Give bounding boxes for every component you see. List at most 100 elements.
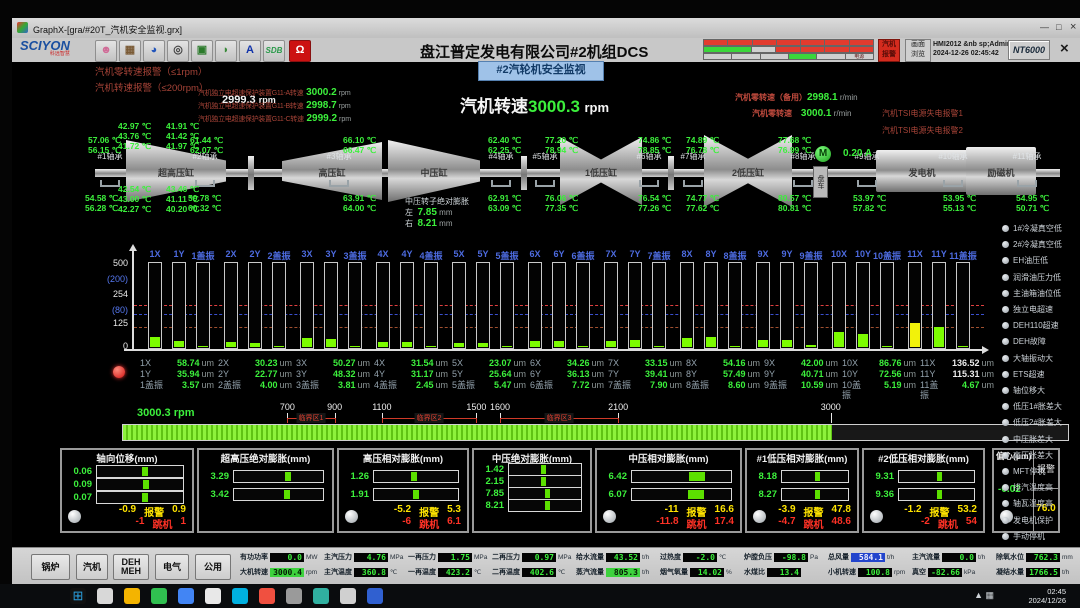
bottom-bar-bg: 锅炉汽机DEHMEH电气公用有功功率0.0MW大机转速3000.4rpm主汽压力… xyxy=(12,547,1080,585)
gauge-icon[interactable]: ◎ xyxy=(167,40,189,62)
start-icon[interactable]: ⊞ xyxy=(70,588,86,604)
condition-lamp xyxy=(1002,306,1009,313)
uhp-shell-temp: 43.00 ℃ xyxy=(118,194,151,204)
measurement-value: 14.02 xyxy=(690,568,724,577)
vibration-value-cell: 9X42.00um xyxy=(764,358,838,368)
gauge-bar xyxy=(233,470,324,483)
measurement-value: 805.3 xyxy=(606,568,640,577)
bearing-mount xyxy=(491,180,511,187)
status-lamp xyxy=(870,510,883,523)
bar-fill xyxy=(706,337,716,347)
alarm-matrix-cell[interactable] xyxy=(775,46,800,53)
app-icon-1[interactable] xyxy=(151,588,167,604)
panel-title: #1低压相对膨胀(mm) xyxy=(747,451,857,465)
nav-button-3[interactable]: DEHMEH xyxy=(113,554,149,580)
database-icon[interactable]: ◕ xyxy=(143,40,165,62)
alarm-matrix-cell[interactable] xyxy=(703,46,752,53)
monitor-icon[interactable]: ▣ xyxy=(191,40,213,62)
critical-zone-end xyxy=(287,418,288,423)
app-icon-2[interactable] xyxy=(178,588,194,604)
nav-button-5[interactable]: 公用 xyxy=(195,554,231,580)
search-icon[interactable] xyxy=(97,588,113,604)
close-hmi-button[interactable]: × xyxy=(1060,40,1069,57)
condition-label: 排汽温度高 xyxy=(1013,482,1053,493)
minimize-button[interactable]: — xyxy=(1040,22,1049,32)
condition-lamp xyxy=(1002,533,1009,540)
measurement-cell: 真空-82.66kPa xyxy=(912,567,975,577)
sdb-icon[interactable]: SDB xyxy=(263,40,285,62)
scale-tick-label: 1600 xyxy=(490,402,510,412)
taskbar-clock[interactable]: 02:452024/12/26 xyxy=(1028,587,1066,605)
condition-lamp xyxy=(1002,452,1009,459)
nav-button-1[interactable]: 锅炉 xyxy=(31,554,70,580)
vibration-bar xyxy=(476,262,490,349)
scale-tick-label: 1100 xyxy=(372,402,391,412)
app-icon-8[interactable] xyxy=(340,588,356,604)
alarm-matrix-cell[interactable] xyxy=(751,46,776,53)
turbine-alarm-button[interactable]: 汽机报警 xyxy=(878,39,900,62)
alarm-matrix-cell[interactable] xyxy=(816,53,845,60)
users-icon[interactable]: ☻ xyxy=(95,40,117,62)
bearing-temps-bottom: 76.06 ℃77.35 ℃ xyxy=(545,193,578,213)
app-icon-7[interactable] xyxy=(313,588,329,604)
vibration-value-cell: 3Y48.32um xyxy=(296,369,370,379)
maximize-button[interactable]: □ xyxy=(1056,22,1061,32)
alarm-matrix-cell[interactable] xyxy=(703,53,732,60)
measurement-value: -98.8 xyxy=(774,553,808,562)
folder-icon[interactable]: ◗ xyxy=(215,40,237,62)
app-icon-4[interactable] xyxy=(232,588,248,604)
main-speed: 汽机转速3000.3 rpm xyxy=(460,92,609,117)
cylinder-label: 中压缸 xyxy=(420,166,447,179)
view-button[interactable]: 画面浏览 xyxy=(905,39,931,62)
alarm-bell-icon[interactable]: Ω xyxy=(289,40,311,62)
nav-button-2[interactable]: 汽机 xyxy=(76,554,108,580)
alarm-matrix-cell[interactable] xyxy=(800,46,825,53)
measurement-cell: 烟气氧量14.02% xyxy=(660,567,732,577)
alarm-matrix-cell[interactable] xyxy=(760,53,789,60)
bar-label: 1X xyxy=(149,249,160,259)
alarm-matrix-cell[interactable] xyxy=(849,39,874,46)
condition-lamp xyxy=(1002,257,1009,264)
measurement-unit: ℃ xyxy=(719,553,726,561)
tsi-alarm-1: 汽机TSI电源失电报警1 xyxy=(882,108,963,119)
bearing-mount xyxy=(639,180,659,187)
gauge-value: 8.27 xyxy=(749,489,777,500)
alarm-matrix-cell[interactable] xyxy=(731,53,760,60)
vibration-bar xyxy=(804,262,818,349)
close-window-button[interactable]: × xyxy=(1070,21,1076,33)
bearing-mount xyxy=(329,180,349,187)
app-icon-5[interactable] xyxy=(259,588,275,604)
vibration-bar xyxy=(908,262,922,349)
gauge-marker xyxy=(541,465,546,474)
explorer-icon[interactable] xyxy=(124,588,140,604)
app-icon-6[interactable] xyxy=(286,588,302,604)
bar-fill xyxy=(806,345,816,347)
trip-condition-item: EH油压低 xyxy=(1002,255,1048,266)
measurement-label: 有功功率 xyxy=(240,552,268,562)
ja-icon[interactable]: A xyxy=(239,40,261,62)
alarm-matrix-cell[interactable] xyxy=(824,39,849,46)
alarm-matrix-cell[interactable] xyxy=(703,39,728,46)
gauge-marker xyxy=(411,472,417,481)
nav-button-4[interactable]: 电气 xyxy=(155,554,189,580)
condition-lamp xyxy=(1002,322,1009,329)
alarm-matrix-cell[interactable] xyxy=(788,53,817,60)
trip-condition-item: DEH110超速 xyxy=(1002,320,1059,331)
gauge-value: 6.42 xyxy=(599,471,627,482)
alarm-matrix-cell[interactable] xyxy=(727,39,752,46)
alarm-matrix-cell[interactable]: 电源 xyxy=(845,53,874,60)
alarm-matrix-cell[interactable] xyxy=(800,39,825,46)
bar-fill xyxy=(502,346,512,348)
alarm-matrix-cell[interactable] xyxy=(752,39,777,46)
measurement-cell: 除氧水位762.3mm xyxy=(996,552,1073,562)
alarm-matrix-cell[interactable] xyxy=(849,46,874,53)
alarm-matrix-cell[interactable] xyxy=(824,46,849,53)
app-icon-9[interactable] xyxy=(367,588,383,604)
app-icon-3[interactable] xyxy=(205,588,221,604)
coupling-disc xyxy=(668,156,674,190)
alarm-matrix-cell[interactable] xyxy=(776,39,801,46)
keyboard-icon[interactable]: ▦ xyxy=(119,40,141,62)
condition-label: ETS超速 xyxy=(1013,369,1045,380)
bar-label: 10Y xyxy=(855,249,871,259)
measurement-value: -2.0 xyxy=(683,553,717,562)
